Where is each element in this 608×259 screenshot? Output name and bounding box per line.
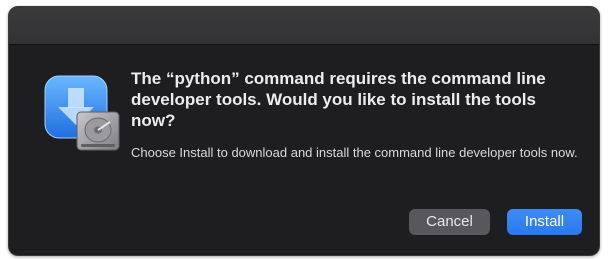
dialog-titlebar[interactable] xyxy=(9,7,599,45)
installer-icon xyxy=(41,74,121,154)
dialog-headline: The “python” command requires the comman… xyxy=(131,69,546,130)
install-tools-dialog: The “python” command requires the comman… xyxy=(8,6,600,256)
dialog-message: Choose Install to download and install t… xyxy=(131,145,578,160)
install-button[interactable]: Install xyxy=(507,209,582,235)
cancel-button[interactable]: Cancel xyxy=(409,209,490,235)
